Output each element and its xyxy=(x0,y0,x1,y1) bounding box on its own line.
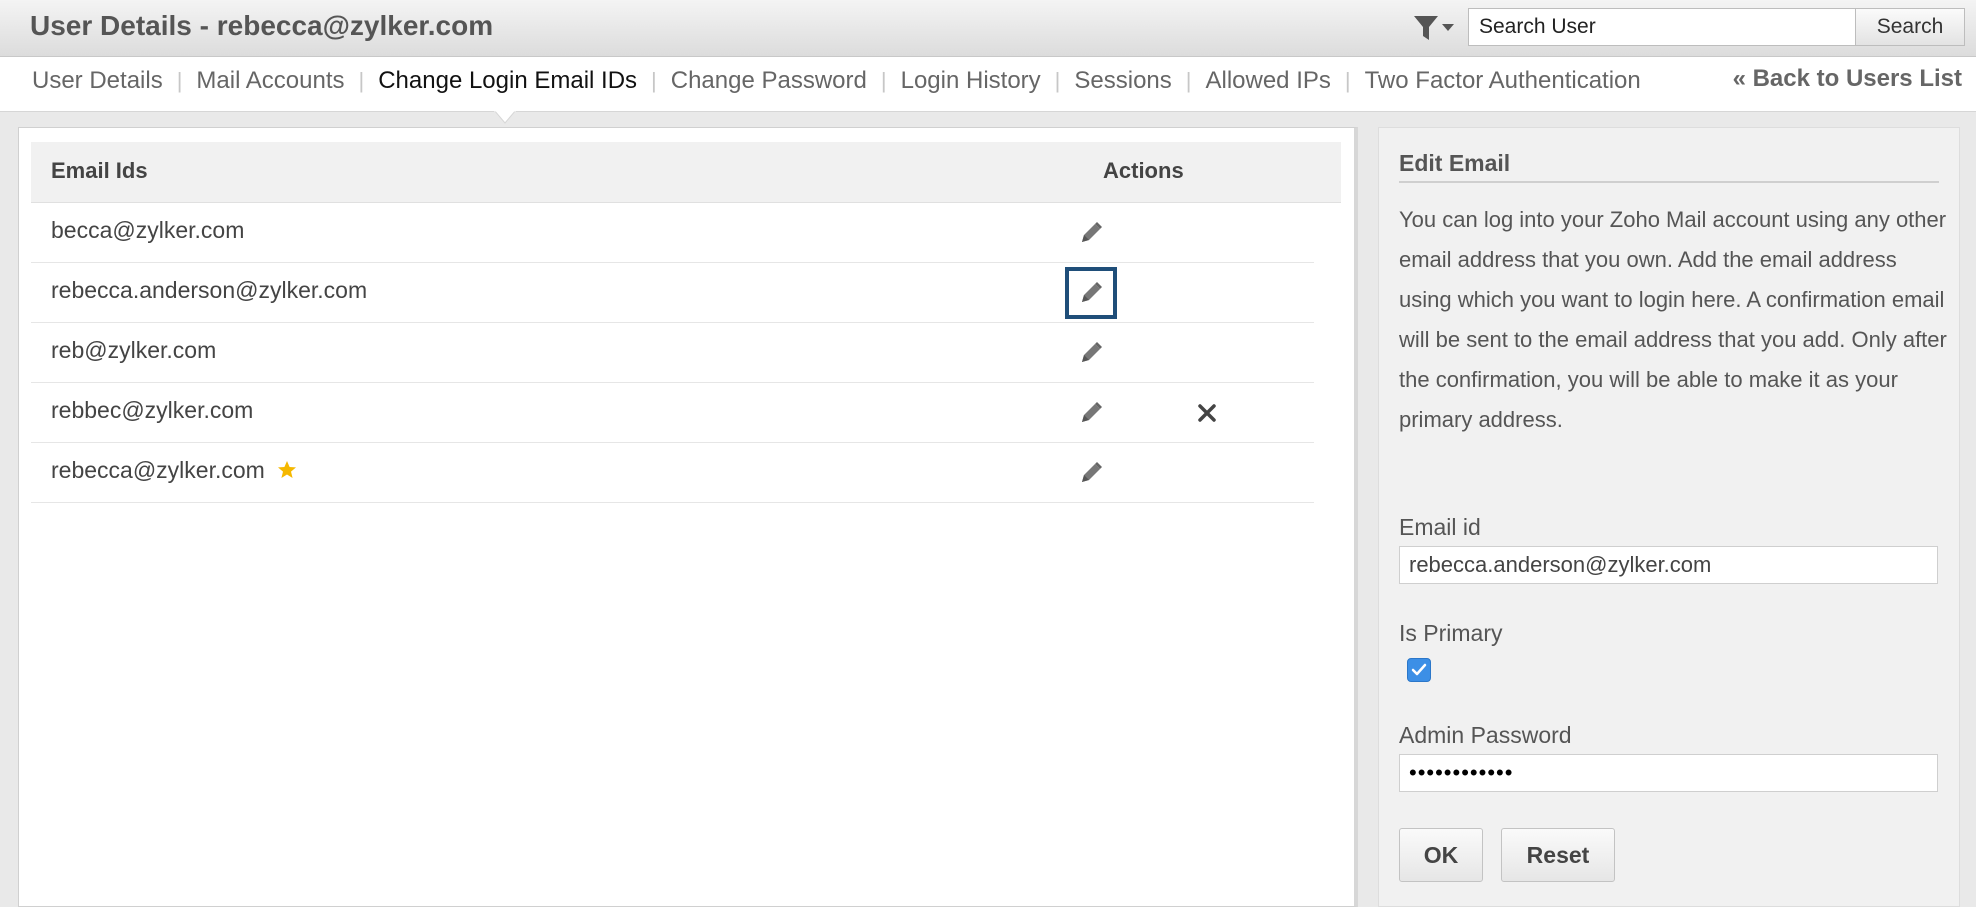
search-button[interactable]: Search xyxy=(1855,8,1965,46)
reset-button[interactable]: Reset xyxy=(1501,828,1615,882)
email-ids-panel: Email Ids Actions becca@zylker.com rebec… xyxy=(18,127,1358,907)
ok-button[interactable]: OK xyxy=(1399,828,1483,882)
tab-separator: | xyxy=(651,68,657,93)
tab-login-history[interactable]: Login History xyxy=(901,67,1041,95)
table-row: reb@zylker.com xyxy=(31,323,1314,383)
search-user-input[interactable] xyxy=(1468,8,1856,46)
tab-allowed-ips[interactable]: Allowed IPs xyxy=(1205,67,1330,95)
tab-separator: | xyxy=(1344,68,1351,93)
table-row: rebecca.anderson@zylker.com xyxy=(31,263,1314,323)
table-row: rebecca@zylker.com xyxy=(31,443,1314,503)
tab-sessions[interactable]: Sessions xyxy=(1074,67,1171,95)
star-icon xyxy=(277,459,297,479)
email-address: reb@zylker.com xyxy=(51,337,217,363)
admin-password-label: Admin Password xyxy=(1399,722,1572,748)
is-primary-checkbox[interactable] xyxy=(1407,658,1431,682)
page-title: User Details - rebecca@zylker.com xyxy=(30,10,494,41)
table-header: Email Ids Actions xyxy=(31,142,1341,203)
pencil-icon[interactable] xyxy=(1073,335,1109,371)
close-icon[interactable] xyxy=(1194,400,1220,426)
tab-separator: | xyxy=(358,68,365,93)
tab-list: User Details | Mail Accounts | Change Lo… xyxy=(32,67,1641,95)
table-row: rebbec@zylker.com xyxy=(31,383,1314,443)
email-id-field[interactable] xyxy=(1399,546,1938,584)
tab-mail-accounts[interactable]: Mail Accounts xyxy=(196,67,344,95)
pencil-icon[interactable] xyxy=(1073,395,1109,431)
tab-change-password[interactable]: Change Password xyxy=(671,67,867,95)
edit-email-title: Edit Email xyxy=(1399,150,1939,183)
email-address: rebecca@zylker.com xyxy=(51,457,265,483)
email-address: rebbec@zylker.com xyxy=(51,397,254,423)
pencil-icon[interactable] xyxy=(1073,215,1109,251)
pencil-icon[interactable] xyxy=(1073,455,1109,491)
filter-dropdown-icon[interactable] xyxy=(1412,14,1464,44)
tab-separator: | xyxy=(880,68,887,93)
email-address-primary: rebecca@zylker.com xyxy=(51,457,297,484)
back-to-users-link[interactable]: « Back to Users List xyxy=(1733,65,1962,93)
active-tab-caret xyxy=(494,110,516,124)
column-header-actions: Actions xyxy=(1103,158,1184,183)
tab-change-login-email-ids[interactable]: Change Login Email IDs xyxy=(378,67,637,95)
email-id-label: Email id xyxy=(1399,514,1481,540)
pencil-icon[interactable] xyxy=(1065,267,1117,319)
tab-bar: User Details | Mail Accounts | Change Lo… xyxy=(0,57,1976,112)
tab-two-factor-authentication[interactable]: Two Factor Authentication xyxy=(1365,67,1641,95)
column-header-email: Email Ids xyxy=(51,158,148,183)
tab-user-details[interactable]: User Details xyxy=(32,67,163,95)
tab-separator: | xyxy=(1054,68,1061,93)
edit-email-description: You can log into your Zoho Mail account … xyxy=(1399,207,1947,432)
admin-password-field[interactable] xyxy=(1399,754,1938,792)
is-primary-label: Is Primary xyxy=(1399,620,1503,646)
table-row: becca@zylker.com xyxy=(31,203,1314,263)
tab-separator: | xyxy=(1185,68,1192,93)
edit-email-panel: Edit Email You can log into your Zoho Ma… xyxy=(1378,127,1960,907)
page-header: User Details - rebecca@zylker.com Search xyxy=(0,0,1976,57)
tab-separator: | xyxy=(176,68,183,93)
checkmark-icon xyxy=(1411,663,1427,676)
email-address: becca@zylker.com xyxy=(51,217,245,243)
email-address: rebecca.anderson@zylker.com xyxy=(51,277,368,303)
